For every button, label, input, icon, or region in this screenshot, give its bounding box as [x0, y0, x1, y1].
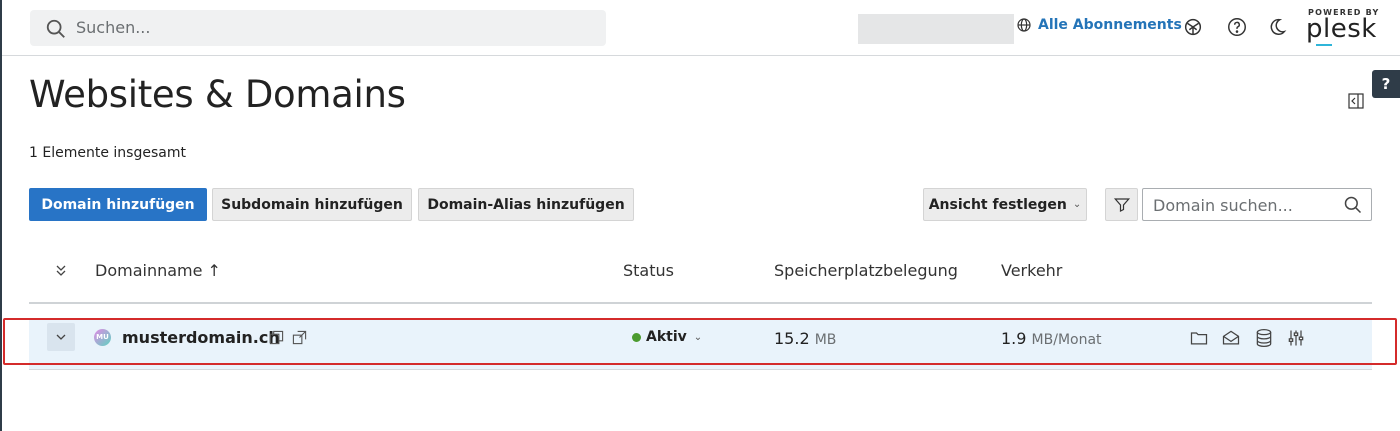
top-bar: Suchen... Alle Abonnements POWERED BY pl…: [2, 0, 1400, 56]
domain-search-placeholder: Domain suchen...: [1153, 196, 1293, 215]
view-settings-button[interactable]: Ansicht festlegen ⌄: [923, 188, 1087, 221]
subscriptions-label: Alle Abonnements: [1038, 17, 1182, 33]
filter-button[interactable]: [1105, 188, 1138, 221]
page-title: Websites & Domains: [29, 73, 406, 116]
plesk-logo: plesk: [1306, 14, 1377, 44]
user-name-redacted: [858, 14, 1014, 44]
row-highlight-box: [3, 318, 1397, 365]
add-domain-button[interactable]: Domain hinzufügen: [29, 188, 207, 221]
left-edge: [0, 0, 2, 431]
extensions-icon[interactable]: [1182, 16, 1204, 38]
column-status[interactable]: Status: [623, 261, 674, 280]
search-icon[interactable]: [1343, 195, 1363, 215]
column-traffic[interactable]: Verkehr: [1001, 261, 1062, 280]
filter-icon: [1113, 197, 1130, 212]
subscriptions-switcher[interactable]: Alle Abonnements: [1016, 17, 1182, 33]
global-search-input[interactable]: Suchen...: [30, 10, 606, 46]
expand-all-icon[interactable]: [55, 264, 67, 278]
dark-mode-icon[interactable]: [1266, 16, 1288, 38]
help-tab[interactable]: ?: [1372, 70, 1400, 98]
search-placeholder: Suchen...: [76, 18, 151, 37]
item-count: 1 Elemente insgesamt: [29, 145, 186, 161]
search-icon: [46, 19, 65, 38]
column-disk-usage[interactable]: Speicherplatzbelegung: [774, 261, 958, 280]
panel-toggle-icon[interactable]: [1348, 93, 1364, 109]
plesk-logo-accent: [1316, 44, 1332, 46]
table-header: Domainname ↑ Status Speicherplatzbelegun…: [29, 252, 1372, 304]
chevron-down-icon: ⌄: [1072, 199, 1082, 210]
column-domain-name[interactable]: Domainname ↑: [95, 261, 221, 280]
domain-search-input[interactable]: Domain suchen...: [1142, 188, 1372, 221]
globe-icon: [1017, 18, 1031, 32]
view-settings-label: Ansicht festlegen: [928, 196, 1067, 213]
add-domain-alias-button[interactable]: Domain-Alias hinzufügen: [418, 188, 634, 221]
add-subdomain-button[interactable]: Subdomain hinzufügen: [212, 188, 412, 221]
help-icon[interactable]: [1226, 16, 1248, 38]
